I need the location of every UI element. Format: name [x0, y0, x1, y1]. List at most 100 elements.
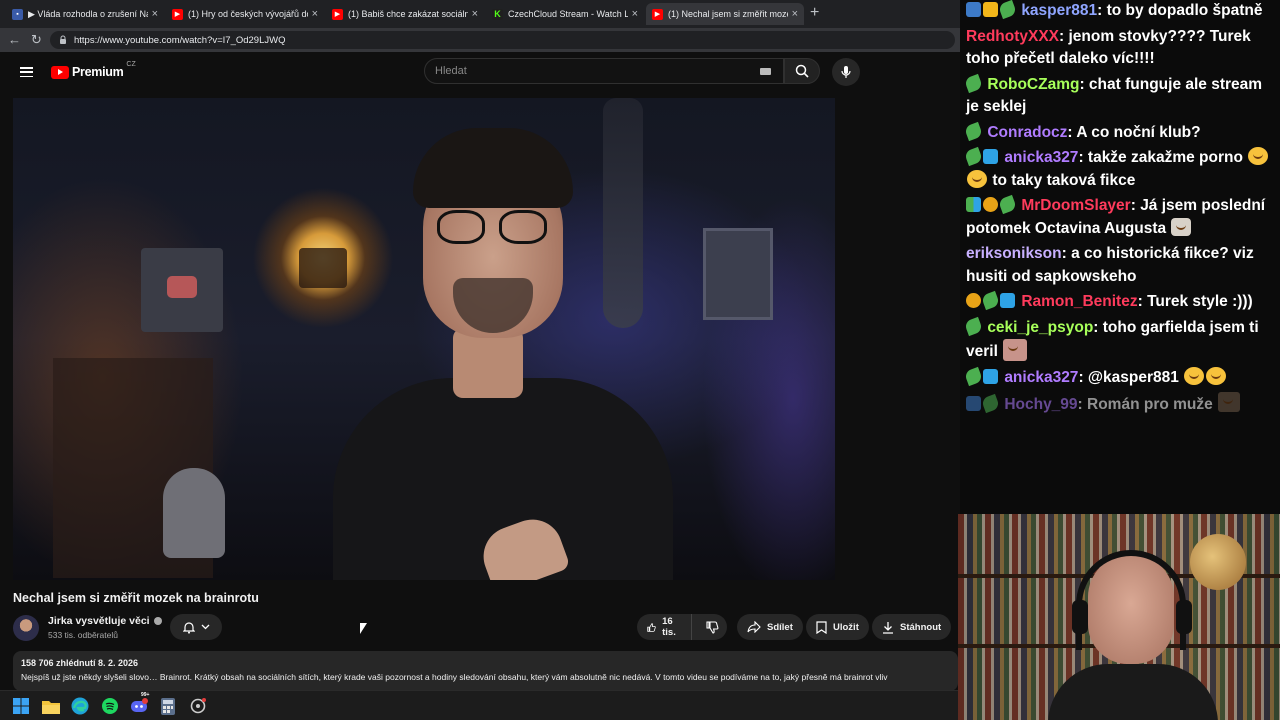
address-bar: ← ↻ https://www.youtube.com/watch?v=I7_O…	[0, 28, 960, 52]
close-tab-icon[interactable]: ×	[152, 8, 158, 20]
chat-text: to by dopadlo špatně	[1106, 2, 1263, 19]
chat-message: RoboCZamg: chat funguje ale stream je se…	[963, 73, 1274, 119]
site-info-icon[interactable]	[58, 35, 68, 45]
chat-username[interactable]: kasper881	[1021, 2, 1097, 19]
lamp	[299, 248, 347, 288]
browser-tab[interactable]: ▶ (1) Hry od českých vývojářů dobýv ×	[166, 3, 324, 25]
headphones-icon	[1076, 550, 1186, 650]
chat-text: takže zakažme porno	[1087, 149, 1243, 166]
youtube-favicon-icon: ▶	[332, 8, 343, 20]
chat-message: Hochy_99: Román pro muže	[966, 392, 1274, 417]
chat-username[interactable]: Conradocz	[987, 124, 1067, 141]
play-button-plaque	[141, 248, 223, 332]
channel-avatar[interactable]	[13, 615, 39, 641]
discord-notification-count: 99+	[141, 692, 150, 698]
microphone-icon	[841, 66, 851, 78]
chat-username[interactable]: eriksonikson	[966, 245, 1062, 262]
chat-message: anicka327: takže zakažme porno to taky t…	[963, 146, 1274, 192]
streamer-webcam	[958, 514, 1280, 720]
moderator-badge-icon	[966, 396, 981, 411]
browser-tab[interactable]: K CzechCloud Stream - Watch Live o ×	[486, 3, 644, 25]
download-button[interactable]: Stáhnout	[872, 614, 952, 640]
search-button[interactable]	[784, 58, 820, 84]
calculator-icon[interactable]	[159, 697, 177, 715]
gifter-badge-icon	[983, 368, 998, 384]
video-player[interactable]	[13, 98, 835, 580]
app-icon[interactable]	[189, 697, 207, 715]
chat-username[interactable]: anicka327	[1004, 149, 1078, 166]
stream-chat: kasper881: to by dopadlo špatně RedhotyX…	[960, 0, 1280, 514]
youtube-logo[interactable]: Premium CZ	[51, 61, 136, 79]
like-button[interactable]: 16 tis.	[637, 614, 692, 640]
notification-bell-button[interactable]	[170, 614, 222, 640]
search-input[interactable]: Hledat	[424, 58, 784, 84]
close-tab-icon[interactable]: ×	[312, 8, 318, 20]
voice-search-button[interactable]	[832, 58, 860, 86]
video-title: Nechal jsem si změřit mozek na brainrotu	[13, 591, 259, 605]
chat-username[interactable]: anicka327	[1004, 369, 1078, 386]
back-arrow-icon[interactable]: ←	[8, 32, 21, 47]
menu-icon[interactable]	[20, 67, 33, 78]
like-dislike-group: 16 tis.	[637, 614, 727, 640]
subscriber-badge-icon	[963, 121, 984, 141]
share-button[interactable]: Sdílet	[737, 614, 803, 640]
subscriber-badge-icon	[997, 0, 1018, 20]
dislike-button[interactable]	[698, 614, 727, 640]
close-tab-icon[interactable]: ×	[472, 8, 478, 20]
keyboard-icon[interactable]	[760, 68, 771, 75]
windows-start-icon[interactable]	[12, 697, 30, 715]
browser-tab-active[interactable]: ▶ (1) Nechal jsem si změřit mozek na ×	[646, 3, 804, 25]
rofl-emoji-icon	[1184, 366, 1205, 385]
subscriber-badge-icon	[980, 290, 1001, 311]
subscriber-badge-icon	[963, 146, 984, 167]
subscriber-badge-icon	[963, 366, 984, 386]
chat-username[interactable]: RedhotyXXX	[966, 28, 1059, 45]
rofl-emoji-icon	[1248, 147, 1269, 165]
coin-badge-icon	[966, 293, 981, 308]
channel-name[interactable]: Jirka vysvětluje věci	[48, 615, 162, 627]
gifter-badge-icon	[1000, 293, 1015, 308]
spotify-icon[interactable]	[101, 697, 119, 715]
youtube-header: Premium CZ Hledat	[0, 52, 960, 94]
thumbs-down-icon	[706, 620, 719, 634]
chat-text: Turek style :)))	[1147, 293, 1253, 310]
gifter-badge-icon	[983, 149, 998, 164]
chat-message: anicka327: @kasper881	[963, 366, 1274, 390]
browser-tab[interactable]: ▪ ▶ Vláda rozhodla o zrušení Národ ×	[6, 3, 164, 25]
moderator-badge-icon	[966, 2, 981, 17]
url-field[interactable]: https://www.youtube.com/watch?v=I7_Od29L…	[50, 31, 955, 49]
close-tab-icon[interactable]: ×	[792, 8, 798, 20]
edge-browser-icon[interactable]	[71, 697, 89, 715]
reload-icon[interactable]: ↻	[31, 32, 42, 48]
chat-username[interactable]: MrDoomSlayer	[1021, 197, 1130, 214]
tab-strip: ▪ ▶ Vláda rozhodla o zrušení Národ × ▶ (…	[0, 0, 960, 28]
bell-icon	[182, 621, 195, 634]
studio-microphone	[163, 468, 225, 558]
youtube-favicon-icon: ▶	[172, 8, 183, 20]
close-tab-icon[interactable]: ×	[632, 8, 638, 20]
presenter-neck	[453, 328, 523, 398]
chat-text-continued: to taky taková fikce	[992, 171, 1136, 189]
description-box[interactable]: 158 706 zhlédnutí 8. 2. 2026 Nejspíš už …	[13, 651, 958, 690]
save-button[interactable]: Uložit	[806, 614, 869, 640]
chat-username[interactable]: ceki_je_psyop	[987, 319, 1093, 336]
url-text: https://www.youtube.com/watch?v=I7_Od29L…	[74, 34, 286, 46]
face-emote-icon	[1003, 339, 1028, 361]
guitar	[603, 98, 643, 328]
crown-badge-icon	[983, 2, 998, 17]
browser-tab[interactable]: ▶ (1) Babiš chce zakázat sociální sítě ×	[326, 3, 484, 25]
chat-username[interactable]: Hochy_99	[1004, 396, 1077, 413]
thumbs-up-icon	[647, 622, 656, 632]
browser-window: ▪ ▶ Vláda rozhodla o zrušení Národ × ▶ (…	[0, 0, 960, 690]
youtube-favicon-icon: ▶	[652, 8, 663, 20]
rofl-emoji-icon	[967, 169, 987, 188]
views-and-date: 158 706 zhlédnutí 8. 2. 2026	[21, 658, 139, 668]
file-explorer-icon[interactable]	[42, 697, 60, 715]
presenter-hair	[413, 128, 573, 208]
kick-favicon-icon: K	[492, 8, 503, 20]
discord-icon[interactable]: 99+	[130, 692, 149, 715]
chat-username[interactable]: Ramon_Benitez	[1021, 293, 1137, 310]
youtube-play-icon	[51, 65, 69, 79]
chat-username[interactable]: RoboCZamg	[987, 76, 1079, 93]
new-tab-icon[interactable]: +	[810, 4, 819, 22]
